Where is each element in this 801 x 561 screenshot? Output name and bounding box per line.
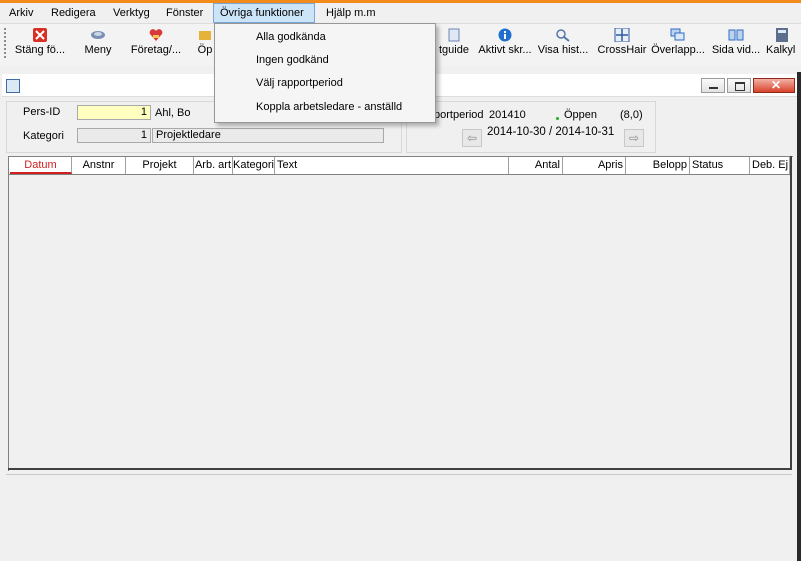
calculator-button[interactable]: Kalkyl <box>766 26 801 62</box>
active-screen-button[interactable]: Aktivt skr... <box>476 26 534 62</box>
period-value: 201410 <box>489 109 526 121</box>
crosshair-icon <box>614 28 630 42</box>
menu-hjalp[interactable]: Hjälp m.m <box>320 3 382 23</box>
column-deb-ej[interactable]: Deb. Ej <box>750 157 790 174</box>
company-icon <box>149 29 163 41</box>
column-belopp[interactable]: Belopp <box>626 157 690 174</box>
menu-verktyg[interactable]: Verktyg <box>107 3 156 23</box>
overlap-button[interactable]: Överlapp... <box>650 26 706 62</box>
info-icon <box>498 28 512 42</box>
menu-ovriga-funktioner[interactable]: Övriga funktioner <box>213 3 315 23</box>
minimize-button[interactable] <box>701 78 725 93</box>
maximize-button[interactable] <box>727 78 751 93</box>
close-icon <box>33 28 47 42</box>
menubar: Arkiv Redigera Verktyg Fönster Övriga fu… <box>0 3 801 23</box>
side-by-side-icon <box>728 29 744 41</box>
open-icon <box>199 31 211 40</box>
column-antal[interactable]: Antal <box>509 157 563 174</box>
column-status[interactable]: Status <box>690 157 750 174</box>
history-icon <box>556 29 570 42</box>
menu-fonster[interactable]: Fönster <box>160 3 209 23</box>
column-text[interactable]: Text <box>275 157 509 174</box>
pers-name: Ahl, Bo <box>155 107 191 119</box>
menu-icon <box>91 31 105 39</box>
column-apris[interactable]: Apris <box>563 157 626 174</box>
window-close-button[interactable]: ✕ <box>753 78 795 93</box>
period-count: (8,0) <box>620 109 643 121</box>
kategori-id-field: 1 <box>77 128 151 143</box>
kategori-name-field: Projektledare <box>152 128 384 143</box>
menu-item-koppla-arbetsledare[interactable]: Koppla arbetsledare - anställd <box>256 96 402 118</box>
crosshair-button[interactable]: CrossHair <box>596 26 648 62</box>
arrow-left-icon: ⇦ <box>466 131 478 145</box>
close-form-button[interactable]: Stäng fö... <box>12 26 68 62</box>
menu-item-ingen-godkand[interactable]: Ingen godkänd <box>256 49 329 71</box>
pers-id-field[interactable]: 1 <box>77 105 151 120</box>
side-by-side-button[interactable]: Sida vid... <box>710 26 762 62</box>
footer-divider <box>6 474 792 475</box>
column-datum[interactable]: Datum <box>10 157 72 174</box>
column-projekt[interactable]: Projekt <box>126 157 194 174</box>
period-status: Öppen <box>564 109 598 121</box>
window-right-edge <box>797 72 801 561</box>
grid-border-bottom <box>8 468 792 470</box>
status-dot <box>556 117 559 120</box>
company-button[interactable]: Företag/... <box>128 26 184 62</box>
period-label: portperiod <box>434 109 484 121</box>
show-history-button[interactable]: Visa hist... <box>536 26 590 62</box>
toolbar-grip[interactable] <box>4 28 9 58</box>
calculator-icon <box>776 28 788 42</box>
kategori-label: Kategori <box>23 130 64 142</box>
guide-button[interactable]: tguide <box>436 26 472 62</box>
time-report-grid[interactable] <box>8 156 793 471</box>
menu-redigera[interactable]: Redigera <box>45 3 102 23</box>
window-app-icon[interactable] <box>6 79 20 93</box>
column-kategori[interactable]: Kategori <box>233 157 275 174</box>
open-button[interactable]: Öp <box>196 26 214 62</box>
minimize-icon <box>709 87 718 89</box>
maximize-icon <box>735 82 745 91</box>
close-x-icon: ✕ <box>771 78 782 92</box>
menu-item-valj-rapportperiod[interactable]: Välj rapportperiod <box>256 72 343 94</box>
period-range: 2014-10-30 / 2014-10-31 <box>487 126 615 138</box>
menu-item-alla-godkanda[interactable]: Alla godkända <box>256 26 326 48</box>
next-period-button[interactable]: ⇨ <box>624 129 644 147</box>
overlap-icon <box>670 28 685 41</box>
menu-button[interactable]: Meny <box>80 26 116 62</box>
pers-id-label: Pers-ID <box>23 106 61 118</box>
previous-period-button[interactable]: ⇦ <box>462 129 482 147</box>
arrow-right-icon: ⇨ <box>628 131 640 145</box>
ovriga-funktioner-dropdown: Alla godkända Ingen godkänd Välj rapport… <box>214 23 436 123</box>
column-arb-art[interactable]: Arb. art <box>194 157 233 174</box>
column-anstnr[interactable]: Anstnr <box>72 157 126 174</box>
guide-icon <box>448 28 460 42</box>
menu-arkiv[interactable]: Arkiv <box>3 3 39 23</box>
grid-border-right <box>790 156 792 470</box>
